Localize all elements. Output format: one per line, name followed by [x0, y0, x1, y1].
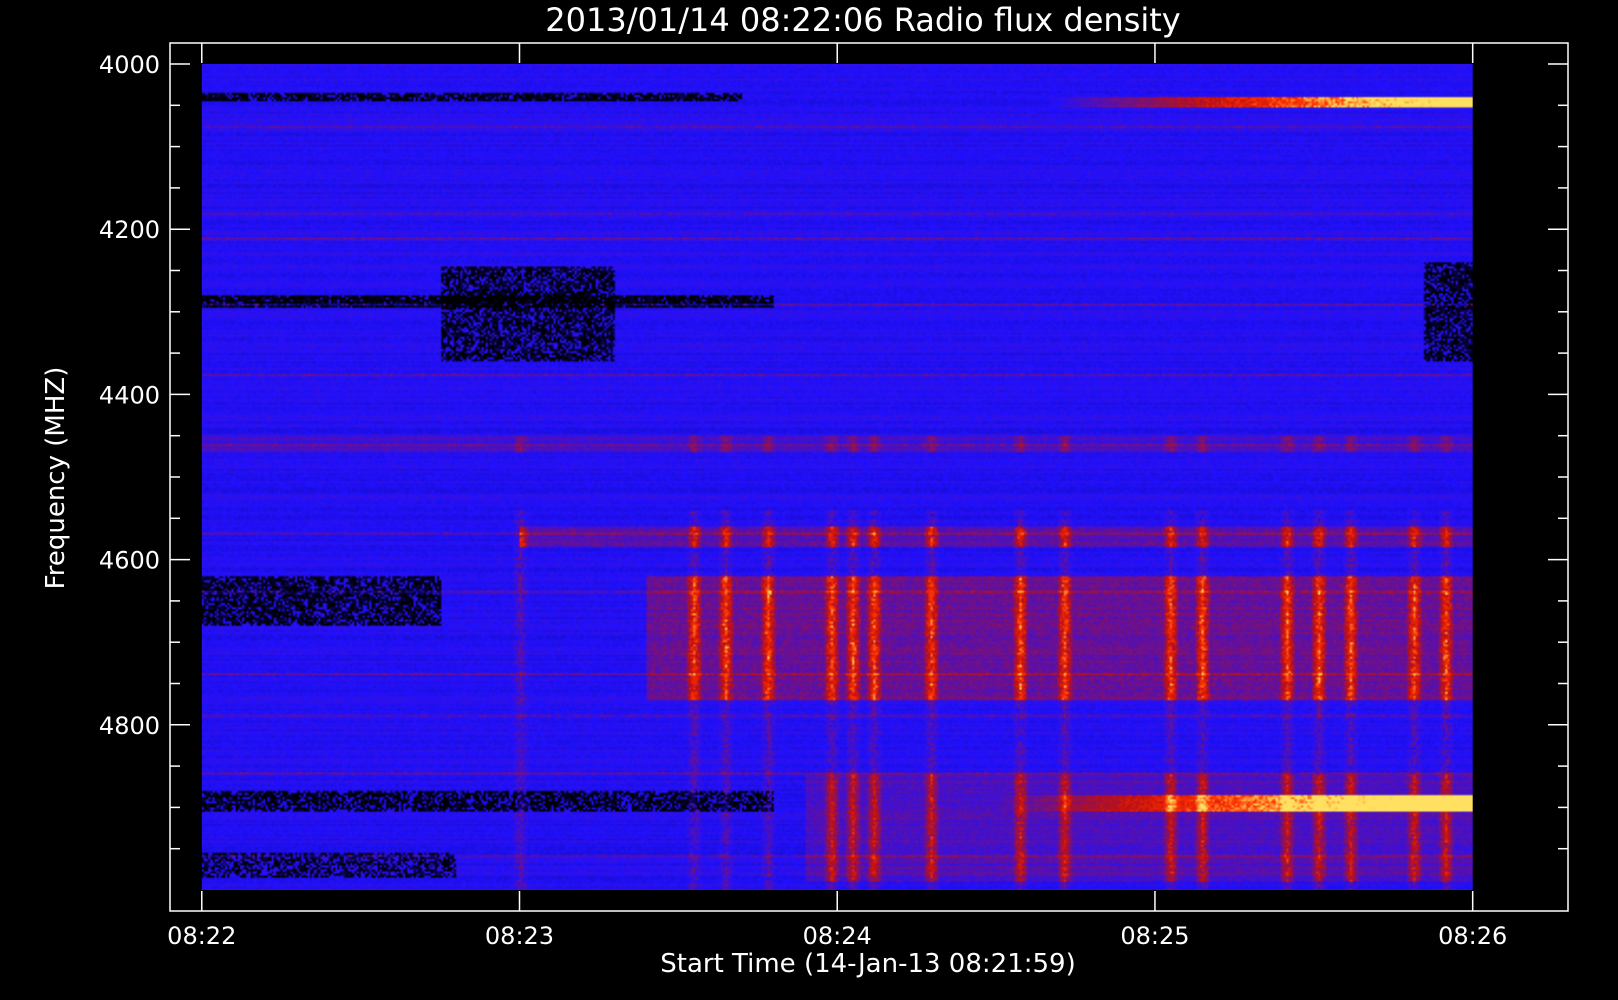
- y-tick-label: 4200: [99, 216, 160, 244]
- x-axis-label: Start Time (14-Jan-13 08:21:59): [660, 949, 1075, 979]
- y-tick-label: 4800: [99, 712, 160, 740]
- y-tick-label: 4600: [99, 547, 160, 575]
- spectrogram-figure: 2013/01/14 08:22:06 Radio flux density 0…: [0, 0, 1618, 1000]
- x-tick-label: 08:26: [1438, 922, 1507, 950]
- chart-title: 2013/01/14 08:22:06 Radio flux density: [545, 1, 1180, 39]
- y-axis-label: Frequency (MHZ): [41, 367, 71, 590]
- spectrogram-heatmap: [201, 64, 1473, 890]
- x-tick-label: 08:23: [485, 922, 554, 950]
- x-tick-label: 08:25: [1120, 922, 1189, 950]
- x-tick-label: 08:22: [167, 922, 236, 950]
- y-tick-label: 4400: [99, 381, 160, 409]
- y-tick-label: 4000: [99, 51, 160, 79]
- x-tick-label: 08:24: [803, 922, 872, 950]
